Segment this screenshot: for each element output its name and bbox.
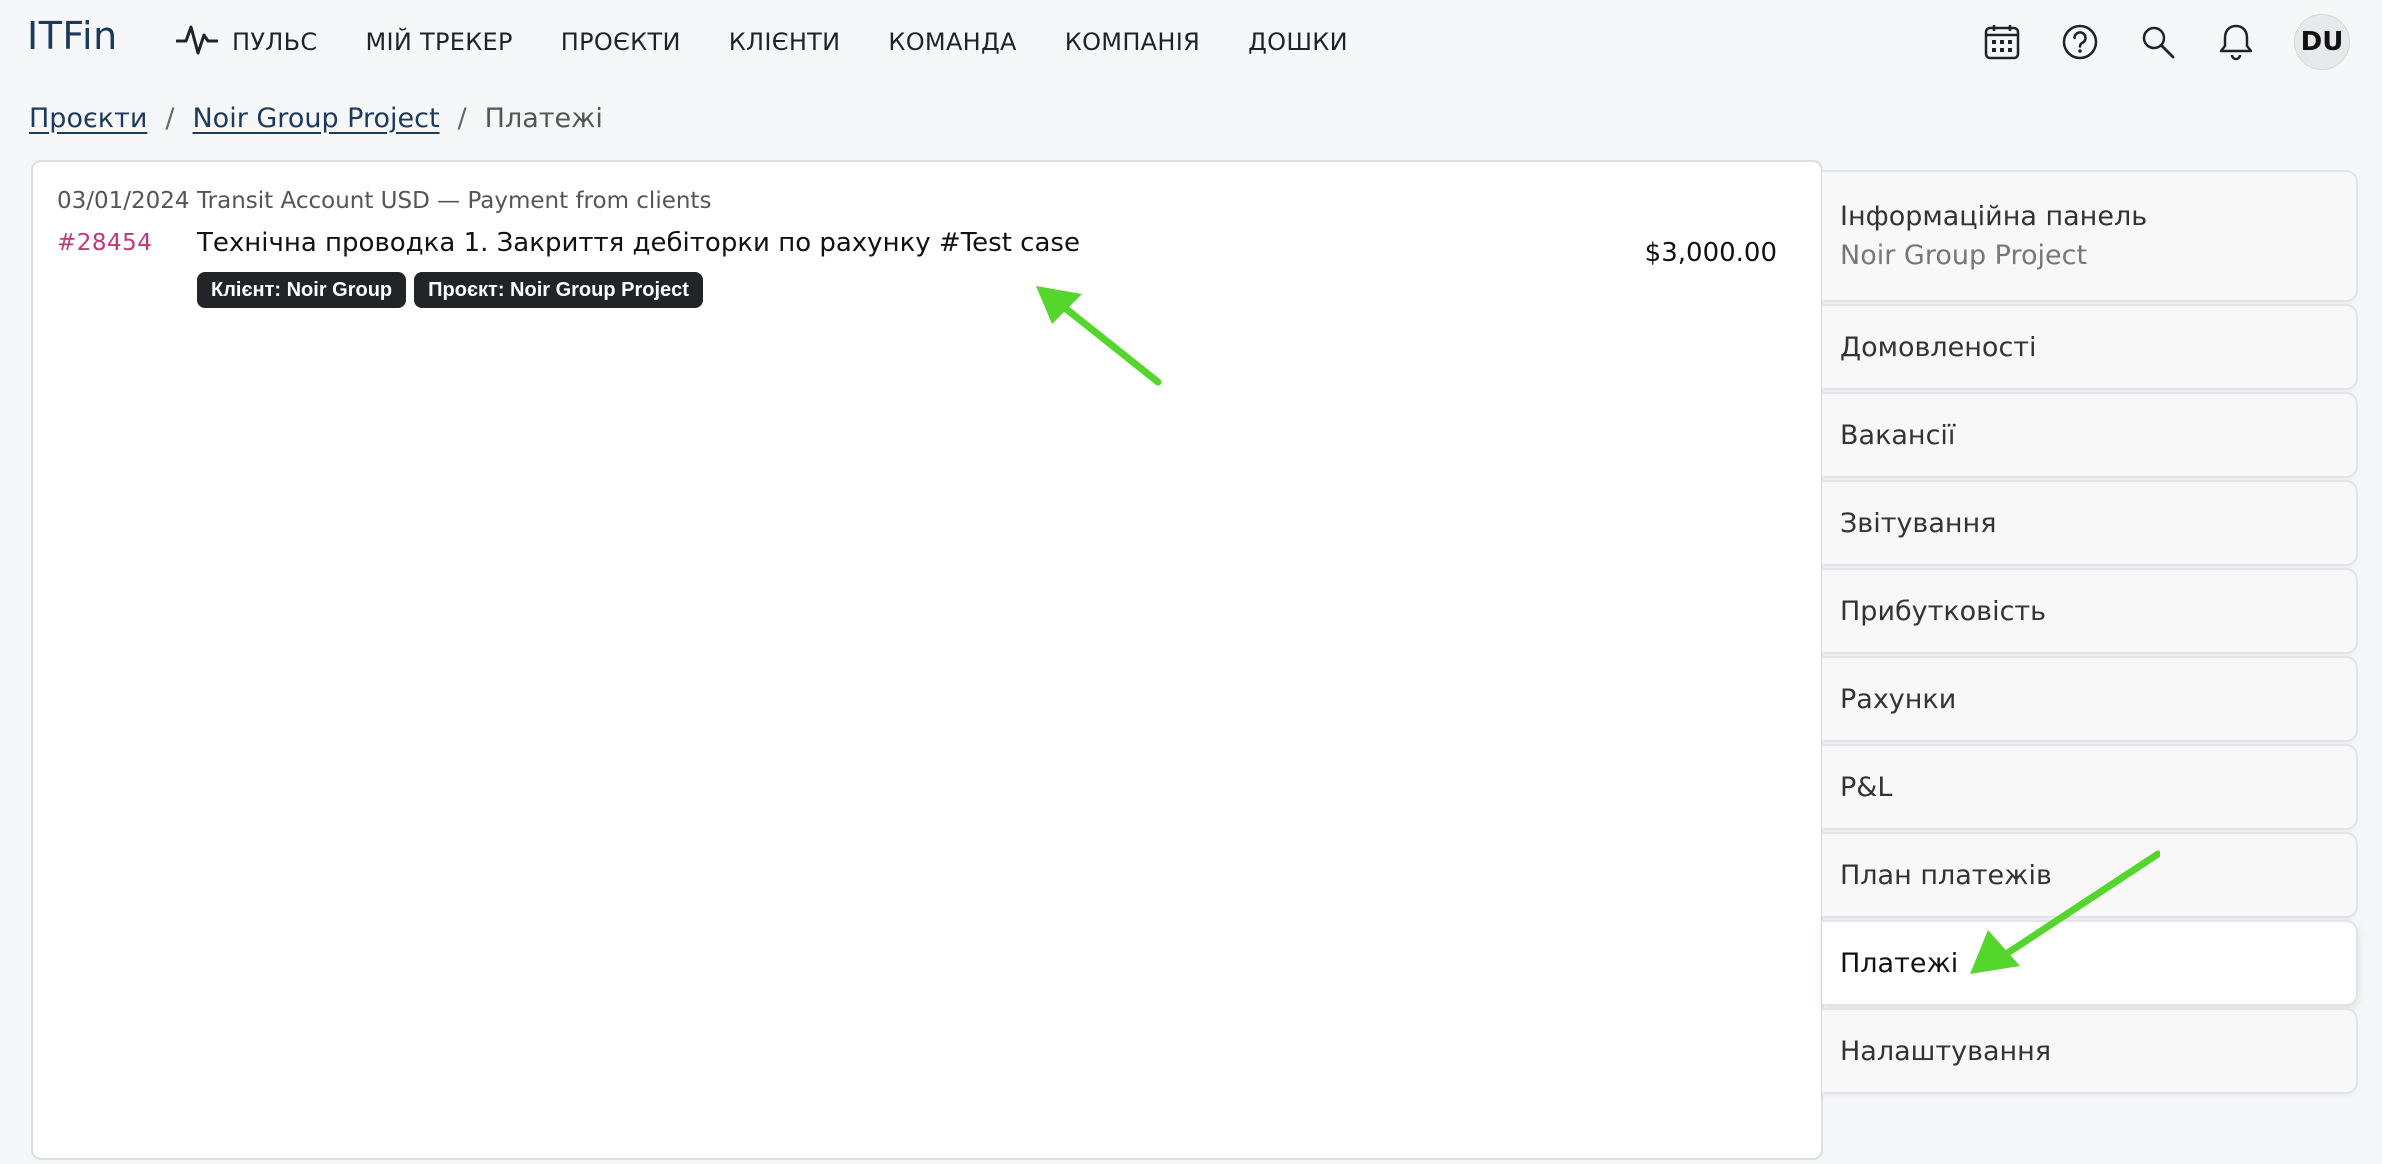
payment-id-link[interactable]: #28454: [57, 230, 152, 256]
breadcrumb-separator: /: [165, 102, 175, 134]
breadcrumb-project[interactable]: Noir Group Project: [192, 103, 439, 134]
header-actions: DU: [1982, 14, 2382, 70]
project-side-menu: Інформаційна панель Noir Group Project Д…: [1822, 170, 2360, 1096]
breadcrumb-projects[interactable]: Проєкти: [29, 103, 147, 134]
main-nav: ПУЛЬС МІЙ ТРЕКЕР ПРОЄКТИ КЛІЄНТИ КОМАНДА…: [175, 21, 1396, 63]
side-item-reporting[interactable]: Звітування: [1822, 480, 2358, 566]
breadcrumb: Проєкти / Noir Group Project / Платежі: [29, 100, 603, 136]
side-item-vacancies[interactable]: Вакансії: [1822, 392, 2358, 478]
payment-date: 03/01/2024: [57, 188, 190, 214]
nav-item-boards[interactable]: ДОШКИ: [1248, 28, 1348, 56]
side-item-sublabel: Noir Group Project: [1840, 240, 2088, 271]
side-item-profitability[interactable]: Прибутковість: [1822, 568, 2358, 654]
user-avatar[interactable]: DU: [2294, 14, 2350, 70]
nav-item-company[interactable]: КОМПАНІЯ: [1065, 28, 1200, 56]
side-item-dashboard[interactable]: Інформаційна панель Noir Group Project: [1822, 170, 2358, 302]
side-item-settings[interactable]: Налаштування: [1822, 1008, 2358, 1094]
project-tag[interactable]: Проєкт: Noir Group Project: [414, 272, 703, 308]
side-item-label: Інформаційна панель: [1840, 201, 2148, 232]
payment-amount: $3,000.00: [1644, 238, 1777, 268]
pulse-icon: [175, 21, 219, 63]
nav-item-team[interactable]: КОМАНДА: [888, 28, 1016, 56]
nav-item-label: ПУЛЬС: [232, 28, 318, 56]
nav-item-pulse[interactable]: ПУЛЬС: [175, 21, 318, 63]
client-tag[interactable]: Клієнт: Noir Group: [197, 272, 407, 308]
side-item-invoices[interactable]: Рахунки: [1822, 656, 2358, 742]
payment-row[interactable]: 03/01/2024 Transit Account USD — Payment…: [57, 186, 1807, 326]
breadcrumb-current: Платежі: [484, 102, 603, 134]
side-item-pnl[interactable]: P&L: [1822, 744, 2358, 830]
side-item-agreements[interactable]: Домовленості: [1822, 304, 2358, 390]
bell-icon[interactable]: [2216, 22, 2256, 62]
nav-item-clients[interactable]: КЛІЄНТИ: [729, 28, 841, 56]
app-logo[interactable]: ITFin: [27, 14, 118, 58]
help-icon[interactable]: [2060, 22, 2100, 62]
payment-title: Технічна проводка 1. Закриття дебіторки …: [197, 228, 1080, 258]
side-item-payments[interactable]: Платежі: [1822, 920, 2358, 1006]
calendar-icon[interactable]: [1982, 22, 2022, 62]
side-item-payment-plan[interactable]: План платежів: [1822, 832, 2358, 918]
payments-panel: 03/01/2024 Transit Account USD — Payment…: [31, 160, 1823, 1160]
breadcrumb-separator: /: [457, 102, 467, 134]
payment-tags: Клієнт: Noir Group Проєкт: Noir Group Pr…: [197, 272, 711, 308]
payment-account: Transit Account USD — Payment from clien…: [197, 188, 712, 214]
search-icon[interactable]: [2138, 22, 2178, 62]
nav-item-my-tracker[interactable]: МІЙ ТРЕКЕР: [365, 28, 512, 56]
nav-item-projects[interactable]: ПРОЄКТИ: [561, 28, 681, 56]
top-bar: ITFin ПУЛЬС МІЙ ТРЕКЕР ПРОЄКТИ КЛІЄНТИ К…: [0, 0, 2382, 84]
